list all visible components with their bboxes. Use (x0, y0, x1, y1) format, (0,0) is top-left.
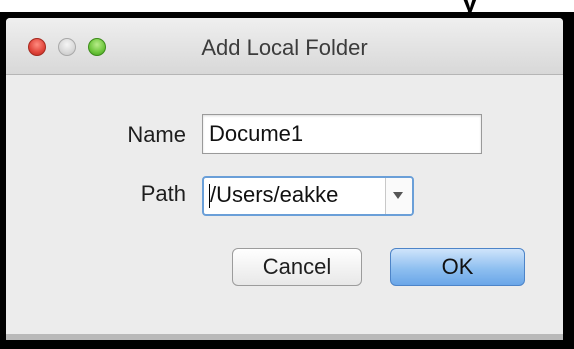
cancel-button[interactable]: Cancel (232, 248, 362, 286)
cropped-text-glyph: y (462, 0, 478, 12)
ok-button[interactable]: OK (390, 248, 525, 286)
path-label: Path (140, 181, 186, 206)
title-bar[interactable]: Add Local Folder (6, 18, 563, 75)
path-dropdown-button[interactable] (385, 178, 412, 214)
path-field-value: /Users/eakke (210, 182, 339, 207)
chevron-down-icon (393, 192, 403, 199)
path-combo-box[interactable]: /Users/eakke (202, 176, 414, 216)
background-text-fragment: y (0, 0, 574, 12)
name-field-value: Docume1 (209, 121, 304, 146)
name-label: Name (127, 122, 186, 147)
name-field[interactable]: Docume1 (202, 114, 482, 154)
add-local-folder-dialog: Add Local Folder Name Docume1 Path /User… (6, 18, 563, 340)
window-bottom-edge (6, 334, 563, 340)
window-title: Add Local Folder (201, 35, 368, 60)
